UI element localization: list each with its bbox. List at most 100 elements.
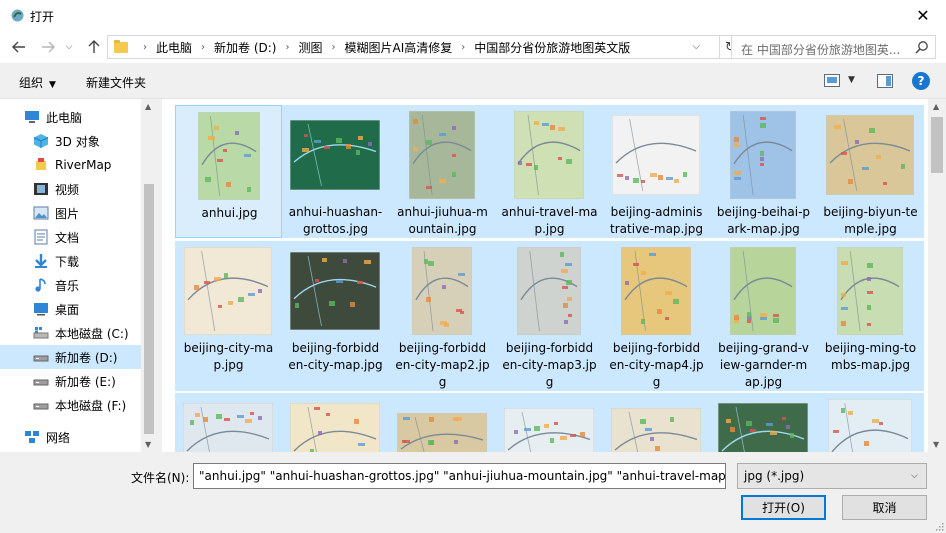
file-item[interactable] bbox=[603, 393, 710, 452]
preview-pane-icon[interactable] bbox=[877, 74, 893, 88]
nav-item[interactable]: 视频 bbox=[0, 177, 141, 201]
file-item[interactable] bbox=[389, 393, 496, 452]
file-thumbnail bbox=[611, 109, 701, 201]
nav-item[interactable]: 音乐 bbox=[0, 273, 141, 297]
nav-item[interactable]: 文档 bbox=[0, 225, 141, 249]
drive-f-icon bbox=[33, 397, 49, 413]
nav-item[interactable]: 3D 对象 bbox=[0, 129, 141, 153]
file-item[interactable]: beijing-forbidd en-city-map4.jp g bbox=[603, 241, 710, 391]
file-thumbnail bbox=[184, 110, 274, 202]
file-item[interactable]: anhui-huashan-grottos.jpg bbox=[282, 105, 389, 238]
file-item[interactable] bbox=[710, 393, 817, 452]
file-name: anhui-huashan-grottos.jpg bbox=[282, 204, 389, 238]
nav-item[interactable]: 本地磁盘 (C:) bbox=[0, 321, 141, 345]
chevron-down-icon[interactable]: ⌵ bbox=[692, 41, 700, 52]
file-item[interactable]: beijing-ming-to mbs-map.jpg bbox=[817, 241, 924, 391]
chevron-down-icon[interactable]: ⌵ bbox=[911, 471, 918, 481]
window-title: 打开 bbox=[30, 10, 55, 24]
chevron-right-icon[interactable]: › bbox=[143, 42, 147, 53]
breadcrumb-item[interactable]: › 新加卷 (D:) bbox=[192, 39, 276, 56]
recent-locations-button[interactable]: ⌵ bbox=[62, 37, 76, 57]
chevron-right-icon[interactable]: › bbox=[461, 42, 465, 53]
scroll-up-icon[interactable]: ▲ bbox=[145, 102, 151, 111]
file-item[interactable]: beijing-beihai-p ark-map.jpg bbox=[710, 105, 817, 238]
scroll-up-icon[interactable]: ▲ bbox=[933, 102, 939, 111]
title-bar: 打开 ✕ bbox=[0, 0, 946, 31]
close-button[interactable]: ✕ bbox=[900, 0, 946, 31]
caret-down-icon[interactable]: ▼ bbox=[848, 75, 855, 85]
file-item[interactable]: beijing-city-ma p.jpg bbox=[175, 241, 282, 391]
file-thumbnail bbox=[611, 397, 701, 452]
file-name-line: beijing-adminis bbox=[610, 205, 703, 219]
network-icon bbox=[24, 429, 40, 445]
file-item[interactable]: beijing-forbidd en-city-map2.jp g bbox=[389, 241, 496, 391]
file-item[interactable]: beijing-forbidd en-city-map3.jp g bbox=[496, 241, 603, 391]
nav-scrollbar[interactable]: ▲ ▼ bbox=[141, 99, 157, 452]
file-name-line: beijing-city-ma bbox=[183, 341, 274, 355]
file-thumbnail bbox=[504, 397, 594, 452]
file-item[interactable] bbox=[496, 393, 603, 452]
scrollbar-thumb[interactable] bbox=[931, 117, 943, 173]
file-item[interactable]: anhui.jpg bbox=[175, 105, 282, 238]
file-item[interactable]: beijing-adminis trative-map.jpg bbox=[603, 105, 710, 238]
chevron-right-icon[interactable]: › bbox=[285, 42, 289, 53]
organize-button[interactable]: 组织 ▼ bbox=[19, 74, 56, 91]
breadcrumb-item[interactable]: › 中国部分省份旅游地图英文版 bbox=[452, 39, 630, 56]
nav-item[interactable]: 下载 bbox=[0, 249, 141, 273]
nav-item[interactable]: 桌面 bbox=[0, 297, 141, 321]
file-item[interactable]: anhui-travel-ma p.jpg bbox=[496, 105, 603, 238]
open-file-dialog: 打开 ✕ ⌵ › 此电脑 › 新加卷 (D:) › 测图 › 模糊图片AI高清修复 › 中国部分省… bbox=[0, 0, 946, 533]
breadcrumb-item[interactable]: › 测图 bbox=[276, 39, 322, 56]
file-name: anhui-travel-ma p.jpg bbox=[496, 204, 603, 238]
back-button[interactable] bbox=[8, 37, 30, 57]
drive-c-icon bbox=[33, 325, 49, 341]
file-item[interactable]: beijing-biyun-te mple.jpg bbox=[817, 105, 924, 238]
nav-item[interactable]: 本地磁盘 (F:) bbox=[0, 393, 141, 417]
breadcrumb-item[interactable]: › 模糊图片AI高清修复 bbox=[323, 39, 453, 56]
file-item[interactable] bbox=[282, 393, 389, 452]
cancel-button[interactable]: 取消 bbox=[842, 495, 927, 520]
up-button[interactable] bbox=[83, 37, 105, 57]
nav-item[interactable]: 此电脑 bbox=[0, 105, 141, 129]
nav-item[interactable]: RiverMap bbox=[0, 153, 141, 177]
music-icon bbox=[33, 277, 49, 293]
scrollbar-thumb[interactable] bbox=[144, 184, 154, 434]
view-options-icon[interactable] bbox=[824, 74, 840, 87]
open-button[interactable]: 打开(O) bbox=[741, 495, 826, 520]
file-item[interactable] bbox=[175, 393, 282, 452]
file-name-line: anhui-travel-ma bbox=[501, 205, 598, 219]
search-box[interactable]: 在 中国部分省份旅游地图英... bbox=[731, 35, 936, 59]
breadcrumb-item[interactable]: › 此电脑 bbox=[134, 39, 192, 56]
help-icon[interactable]: ? bbox=[912, 72, 930, 90]
nav-item[interactable]: 网络 bbox=[0, 425, 141, 449]
documents-icon bbox=[33, 229, 49, 245]
arrow-left-icon bbox=[12, 41, 25, 53]
nav-item-label: 新加卷 (E:) bbox=[55, 374, 116, 389]
chevron-right-icon[interactable]: › bbox=[332, 42, 336, 53]
file-name-line: trative-map.jpg bbox=[610, 222, 703, 236]
chevron-down-icon[interactable]: ⌵ bbox=[714, 471, 721, 481]
file-item[interactable]: beijing-grand-v iew-garnder-m ap.jpg bbox=[710, 241, 817, 391]
file-item[interactable]: beijing-forbidd en-city-map.jpg bbox=[282, 241, 389, 391]
file-name-line: beijing-forbidd bbox=[291, 341, 380, 355]
new-folder-button[interactable]: 新建文件夹 bbox=[86, 74, 146, 91]
forward-button[interactable] bbox=[37, 37, 59, 57]
chevron-right-icon[interactable]: › bbox=[201, 42, 205, 53]
search-input[interactable]: 在 中国部分省份旅游地图英... bbox=[741, 41, 911, 58]
address-bar[interactable]: › 此电脑 › 新加卷 (D:) › 测图 › 模糊图片AI高清修复 › 中国部分省份旅游地图英文… bbox=[107, 35, 720, 59]
nav-item[interactable]: 新加卷 (E:) bbox=[0, 369, 141, 393]
file-item[interactable]: anhui-jiuhua-m ountain.jpg bbox=[389, 105, 496, 238]
resize-grip-icon[interactable] bbox=[934, 521, 944, 531]
file-list-scrollbar[interactable]: ▲ ▼ bbox=[928, 99, 946, 452]
file-list: anhui.jpg anhui-huashan-grottos.jpg anhui-… bbox=[162, 99, 946, 452]
scroll-down-icon[interactable]: ▼ bbox=[145, 440, 151, 449]
nav-item[interactable]: 图片 bbox=[0, 201, 141, 225]
breadcrumb-label: 测图 bbox=[298, 40, 323, 55]
scroll-down-icon[interactable]: ▼ bbox=[933, 440, 939, 449]
file-name-line: g bbox=[545, 375, 554, 389]
file-item[interactable] bbox=[817, 393, 924, 452]
file-name: anhui-jiuhua-m ountain.jpg bbox=[389, 204, 496, 238]
nav-item[interactable]: 新加卷 (D:) bbox=[0, 345, 141, 369]
file-type-select[interactable]: jpg (*.jpg) bbox=[737, 463, 927, 489]
filename-input[interactable]: "anhui.jpg" "anhui-huashan-grottos.jpg" … bbox=[193, 463, 726, 489]
